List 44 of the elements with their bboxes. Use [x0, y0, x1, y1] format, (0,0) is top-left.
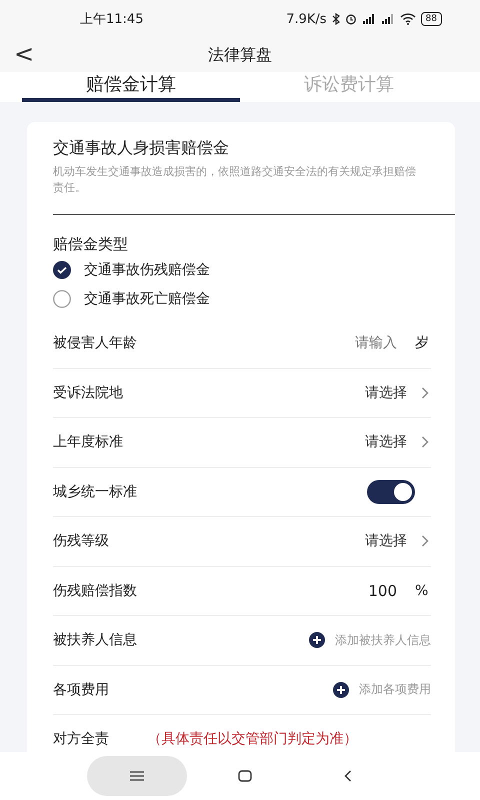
tab[interactable]: 赔偿金计算 — [22, 72, 240, 102]
chevron-right-icon — [421, 386, 429, 399]
field-label: 城乡统一标准 — [53, 482, 138, 501]
wifi-icon — [400, 13, 416, 25]
plus-icon — [333, 682, 349, 698]
field-label: 被扶养人信息 — [53, 631, 138, 650]
select-field[interactable]: 请选择 — [365, 532, 407, 550]
square-icon — [238, 770, 252, 782]
battery-icon: 88 — [420, 12, 442, 26]
radio-option[interactable]: 交通事故伤残赔偿金 — [53, 255, 455, 284]
back-icon — [344, 770, 352, 782]
back-button[interactable]: < — [14, 40, 34, 68]
field-label: 各项费用 — [53, 680, 110, 699]
field-label: 受诉法院地 — [53, 384, 124, 402]
select-field[interactable]: 请选择 — [365, 433, 407, 452]
section-label: 赔偿金类型 — [53, 234, 129, 255]
field-value: 100 — [368, 582, 397, 600]
menu-button[interactable] — [86, 756, 187, 796]
radio-icon — [53, 290, 71, 308]
radio-option[interactable]: 交通事故死亡赔偿金 — [53, 284, 455, 313]
network-speed: 7.9K/s — [286, 12, 327, 26]
signal-icon — [362, 13, 376, 25]
select-field[interactable]: 请选择 — [365, 384, 407, 402]
signal-icon — [380, 13, 395, 25]
plus-icon — [309, 632, 325, 648]
card-description: 机动车发生交通事故造成损害的，依照道路交通安全法的有关规定承担赔偿责任。 — [53, 164, 417, 196]
toggle-switch[interactable] — [367, 480, 415, 504]
page-title: 法律算盘 — [208, 44, 272, 66]
field-label: 被侵害人年龄 — [53, 334, 138, 352]
alarm-icon — [344, 13, 357, 25]
note-text: （具体责任以交管部门判定为准） — [148, 730, 358, 748]
checked-radio-icon — [53, 260, 71, 278]
field-label: 上年度标准 — [53, 433, 124, 452]
chevron-right-icon — [421, 436, 429, 448]
unit-label: 岁 — [415, 334, 430, 352]
chevron-right-icon — [421, 535, 429, 548]
field-label: 伤残等级 — [53, 532, 110, 550]
card-title: 交通事故人身损害赔偿金 — [53, 137, 230, 159]
field-label: 伤残赔偿指数 — [53, 582, 138, 600]
status-time: 上午11:45 — [80, 11, 144, 28]
bluetooth-icon — [332, 13, 340, 25]
field-label: 对方全责 — [53, 730, 110, 748]
menu-icon — [130, 771, 144, 781]
unit-label: % — [415, 582, 430, 599]
